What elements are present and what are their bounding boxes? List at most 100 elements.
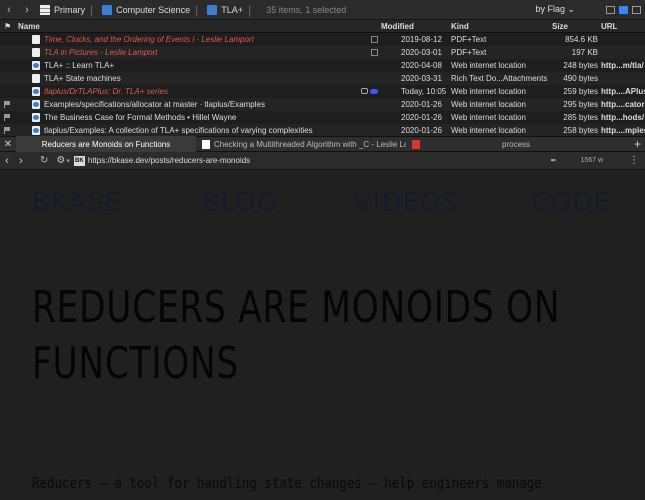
item-modified: 2020-03-31 (401, 74, 442, 83)
tab-bar: ✕ Reducers are Monoids on Functions Chec… (0, 136, 645, 152)
item-url: http....cator (601, 100, 645, 109)
item-name: Examples/specifications/allocator at mas… (44, 100, 265, 109)
article-title: REDUCERS ARE MONOIDS ON FUNCTIONS (32, 282, 561, 389)
back-button[interactable]: ‹ (0, 0, 18, 20)
web-location-icon (32, 113, 40, 122)
nav-link-videos[interactable]: VIDEOS (354, 188, 459, 218)
web-location-icon (32, 100, 40, 109)
folder-icon (102, 4, 113, 15)
more-icon[interactable]: ⋮ (629, 155, 639, 166)
breadcrumb-computer-science[interactable]: Computer Science (102, 4, 190, 15)
item-size: 197 KB (571, 48, 598, 57)
table-row[interactable]: tlaplus/DrTLAPlus: Dr. TLA+ series Today… (0, 85, 645, 98)
column-header: ⚑ Name Modified Kind Size URL (0, 20, 645, 33)
item-size: 295 bytes (563, 100, 598, 109)
folder-icon (207, 4, 218, 15)
web-location-icon (32, 61, 40, 70)
web-content: BKASE BLOG VIDEOS CODE REDUCERS ARE MONO… (0, 170, 645, 500)
sort-label: by Flag (535, 4, 565, 14)
item-name: The Business Case for Formal Methods • H… (44, 113, 237, 122)
column-size[interactable]: Size (552, 22, 568, 31)
pdf-icon (32, 35, 40, 44)
forward-button[interactable]: › (18, 0, 36, 20)
gear-icon[interactable]: ⚙ (56, 155, 65, 166)
item-modified: 2020-01-26 (401, 126, 442, 135)
close-tab-icon[interactable]: ✕ (0, 139, 16, 150)
file-list: Time, Clocks, and the Ordering of Events… (0, 33, 645, 137)
site-favicon: BK (73, 155, 85, 166)
address-bar: ‹ › ↻ ⚙ ▾ BK https://bkase.dev/posts/redu… (0, 152, 645, 170)
document-icon (32, 74, 40, 83)
item-name: Time, Clocks, and the Ordering of Events… (44, 35, 254, 44)
flag-column-icon[interactable]: ⚑ (4, 22, 11, 31)
new-tab-icon[interactable]: + (634, 137, 641, 151)
comment-icon (361, 88, 368, 94)
pin-icon[interactable]: ✒ (550, 156, 557, 165)
chevron-down-icon[interactable]: ▾ (66, 157, 70, 165)
column-url[interactable]: URL (601, 22, 617, 31)
item-modified: 2020-04-08 (401, 61, 442, 70)
blue-tag-icon (370, 89, 378, 94)
web-location-icon (32, 87, 40, 96)
item-name: tlaplus/DrTLAPlus: Dr. TLA+ series (44, 87, 168, 96)
annotation-icon (371, 49, 378, 56)
web-location-icon (32, 126, 40, 135)
item-size: 248 bytes (563, 61, 598, 70)
table-row[interactable]: Examples/specifications/allocator at mas… (0, 98, 645, 111)
red-favicon-icon (412, 139, 420, 149)
column-modified[interactable]: Modified (381, 22, 414, 31)
item-name: TLA+ :: Learn TLA+ (44, 61, 115, 70)
item-modified: 2020-03-01 (401, 48, 442, 57)
column-name[interactable]: Name (18, 22, 40, 31)
nav-link-bkase[interactable]: BKASE (32, 188, 122, 218)
flag-icon[interactable] (4, 127, 10, 134)
breadcrumb-primary[interactable]: Primary (40, 4, 85, 15)
page-back-button[interactable]: ‹ (0, 155, 14, 167)
grid-view-icon[interactable] (606, 5, 615, 14)
nav-link-blog[interactable]: BLOG (202, 188, 278, 218)
tab-label: process (502, 139, 531, 149)
table-row[interactable]: Time, Clocks, and the Ordering of Events… (0, 33, 645, 46)
breadcrumb-tla[interactable]: TLA+ (207, 4, 244, 15)
table-row[interactable]: The Business Case for Formal Methods • H… (0, 111, 645, 124)
column-kind[interactable]: Kind (451, 22, 469, 31)
table-row[interactable]: TLA in Pictures - Leslie Lamport 2020-03… (0, 46, 645, 59)
breadcrumb-separator: | (90, 2, 94, 17)
column-view-icon[interactable] (632, 5, 641, 14)
breadcrumb-separator: | (195, 2, 199, 17)
item-modified: 2020-01-26 (401, 100, 442, 109)
flag-icon[interactable] (4, 114, 10, 121)
annotation-icon (371, 36, 378, 43)
sort-menu[interactable]: by Flag ⌄ (535, 4, 575, 15)
tab-reducers[interactable]: Reducers are Monoids on Functions (16, 136, 196, 152)
item-kind: Web internet location (451, 126, 527, 135)
item-size: 259 bytes (563, 87, 598, 96)
item-url: http...hods/ (601, 113, 645, 122)
browser-toolbar: ‹ › Primary | Computer Science | TLA+ | … (0, 0, 645, 20)
tab-process[interactable]: process (496, 136, 606, 152)
database-icon (40, 4, 50, 15)
tab-label: Checking a Multithreaded Algorithm with … (214, 139, 406, 149)
flag-icon[interactable] (4, 101, 10, 108)
item-name: TLA+ State machines (44, 74, 121, 83)
item-size: 285 bytes (563, 113, 598, 122)
pdf-icon (32, 48, 40, 57)
page-forward-button[interactable]: › (14, 155, 28, 167)
reload-icon[interactable]: ↻ (40, 155, 48, 166)
tab-checking-multithreaded[interactable]: Checking a Multithreaded Algorithm with … (196, 136, 406, 152)
url-field[interactable]: https://bkase.dev/posts/reducers-are-mon… (88, 156, 250, 165)
table-row[interactable]: TLA+ :: Learn TLA+ 2020-04-08 Web intern… (0, 59, 645, 72)
item-url: http....APlus (601, 87, 645, 96)
article-lead: Reducers — a tool for handling state cha… (32, 474, 542, 492)
item-name: tlaplus/Examples: A collection of TLA+ s… (44, 126, 313, 135)
item-kind: Web internet location (451, 100, 527, 109)
tab-red-page[interactable] (406, 136, 496, 152)
list-view-icon[interactable] (619, 5, 628, 14)
table-row[interactable]: TLA+ State machines 2020-03-31 Rich Text… (0, 72, 645, 85)
item-name: TLA in Pictures - Leslie Lamport (44, 48, 158, 57)
item-kind: Rich Text Do...Attachments (451, 74, 548, 83)
breadcrumb-label: TLA+ (221, 4, 244, 15)
item-size: 854.6 KB (565, 35, 598, 44)
nav-link-code[interactable]: CODE (532, 188, 611, 218)
view-switcher (606, 5, 641, 14)
